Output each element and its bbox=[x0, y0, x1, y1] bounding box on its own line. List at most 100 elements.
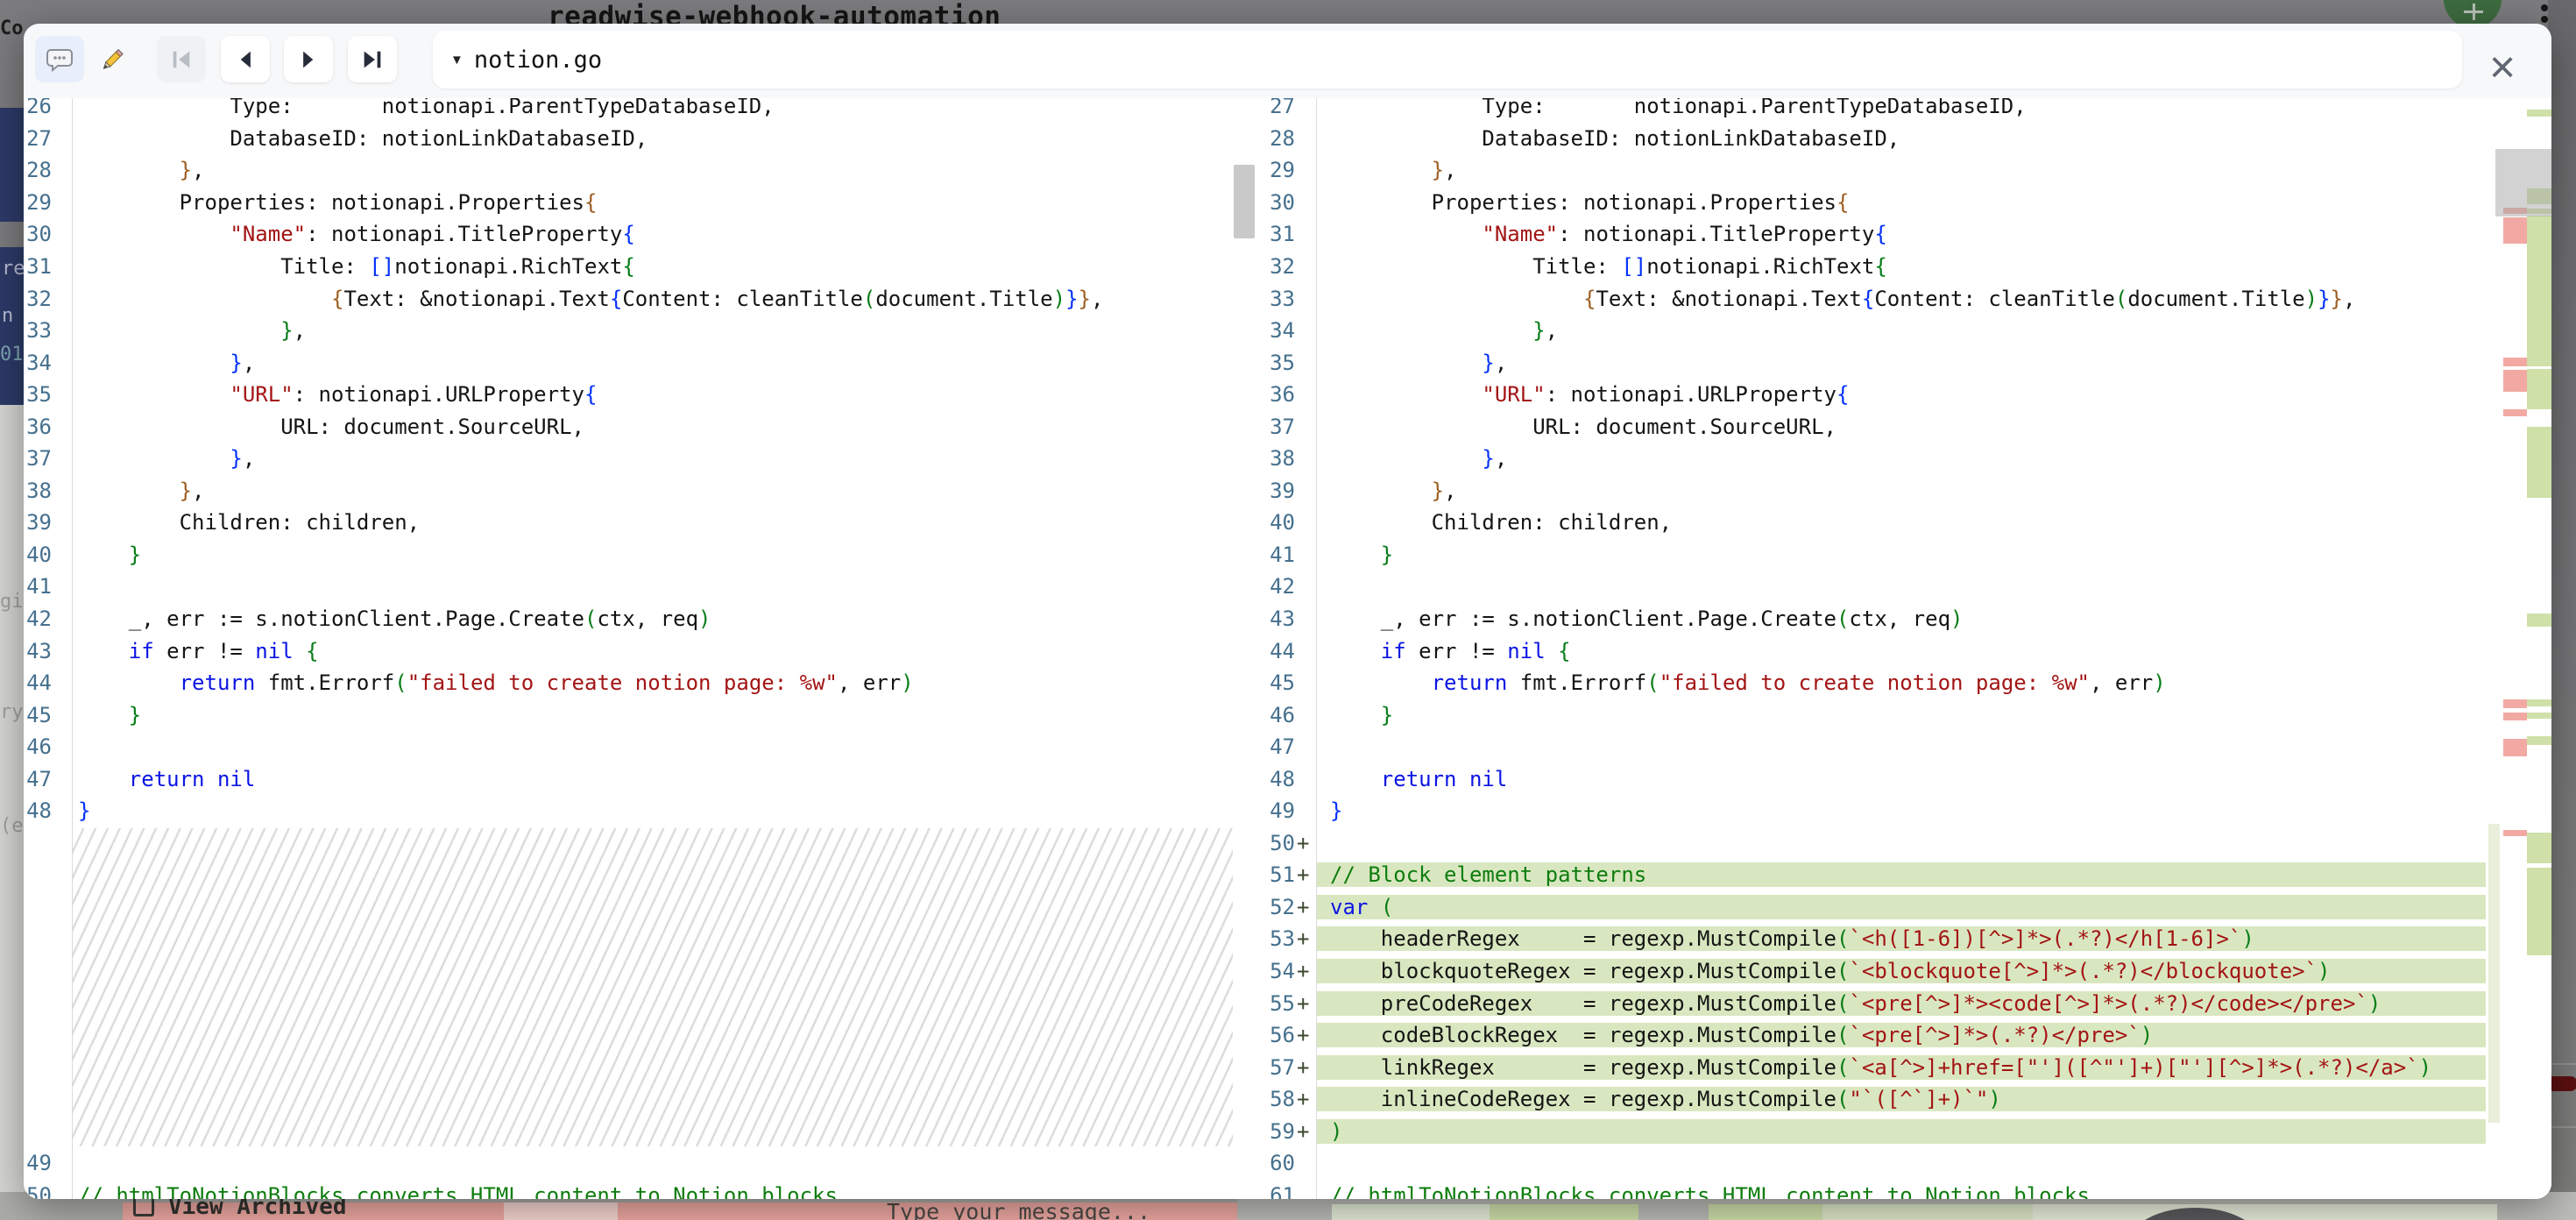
code-line: 45 return fmt.Errorf("failed to create n… bbox=[1256, 667, 2551, 699]
sidebar-fragment: 01 bbox=[0, 344, 24, 365]
background-block bbox=[1332, 1204, 1490, 1220]
line-number: 29 bbox=[1256, 158, 1295, 182]
code-text: } bbox=[73, 798, 1233, 823]
prev-diff-icon bbox=[233, 47, 258, 72]
code-text: // Block element patterns bbox=[1316, 862, 2486, 887]
code-text: Properties: notionapi.Properties{ bbox=[1316, 190, 2486, 215]
code-line: 35 "URL": notionapi.URLProperty{ bbox=[24, 379, 1256, 411]
line-number: 28 bbox=[24, 158, 52, 182]
line-number: 45 bbox=[1256, 670, 1295, 695]
code-text: } bbox=[73, 703, 1233, 727]
code-text: if err != nil { bbox=[73, 639, 1233, 663]
code-line: 27 Type: notionapi.ParentTypeDatabaseID, bbox=[1256, 98, 2551, 123]
code-line: 38 }, bbox=[24, 475, 1256, 507]
code-line: 26 Type: notionapi.ParentTypeDatabaseID, bbox=[24, 98, 1256, 123]
line-number: 49 bbox=[24, 1151, 52, 1175]
code-text: } bbox=[1316, 798, 2486, 823]
line-number: 60 bbox=[1256, 1151, 1295, 1175]
background-sidebar: Co re n 01 gi ry (e bbox=[0, 0, 26, 1220]
message-input-placeholder: Type your message... bbox=[887, 1199, 1150, 1220]
scrollbar-change-indicator bbox=[2488, 824, 2500, 1123]
last-diff-icon bbox=[360, 47, 385, 72]
minimap-mark bbox=[2503, 409, 2527, 416]
line-number: 46 bbox=[1256, 703, 1295, 727]
line-number: 33 bbox=[1256, 287, 1295, 311]
code-line: 54+ blockquoteRegex = regexp.MustCompile… bbox=[1256, 955, 2551, 988]
added-line-marker: + bbox=[1295, 1087, 1316, 1111]
line-number: 38 bbox=[24, 479, 52, 503]
line-number: 27 bbox=[24, 126, 52, 151]
code-line: 28 DatabaseID: notionLinkDatabaseID, bbox=[1256, 123, 2551, 155]
hatch-pattern bbox=[73, 828, 1233, 1146]
code-text: }, bbox=[1316, 479, 2486, 503]
added-line-marker: + bbox=[1295, 862, 1316, 887]
diff-viewer-panel: ▼ notion.go × 26 Type: notionapi.ParentT… bbox=[24, 24, 2551, 1199]
code-line: 42 _, err := s.notionClient.Page.Create(… bbox=[24, 603, 1256, 635]
diff-toolbar: ▼ notion.go × bbox=[24, 24, 2551, 99]
file-selector[interactable]: ▼ notion.go bbox=[433, 31, 2462, 89]
line-number: 54 bbox=[1256, 959, 1295, 983]
added-line-marker: + bbox=[1295, 1023, 1316, 1047]
code-text: codeBlockRegex = regexp.MustCompile(`<pr… bbox=[1316, 1023, 2486, 1047]
line-number: 37 bbox=[1256, 415, 1295, 439]
code-text: Children: children, bbox=[1316, 510, 2486, 535]
overflow-dot-icon bbox=[2541, 4, 2548, 11]
last-diff-button[interactable] bbox=[348, 36, 397, 82]
code-text: }, bbox=[1316, 446, 2486, 471]
gutter-divider bbox=[72, 98, 73, 1199]
code-line: 57+ linkRegex = regexp.MustCompile(`<a[^… bbox=[1256, 1051, 2551, 1083]
code-text: "URL": notionapi.URLProperty{ bbox=[73, 382, 1233, 407]
line-number: 39 bbox=[1256, 479, 1295, 503]
code-text: "Name": notionapi.TitleProperty{ bbox=[1316, 222, 2486, 246]
code-line: 32 {Text: &notionapi.Text{Content: clean… bbox=[24, 282, 1256, 315]
minimap-mark bbox=[2503, 217, 2527, 244]
line-number: 55 bbox=[1256, 991, 1295, 1016]
overview-viewport-thumb[interactable] bbox=[2495, 149, 2551, 216]
overview-ruler[interactable] bbox=[2502, 98, 2551, 1199]
line-number: 32 bbox=[24, 287, 52, 311]
code-line: 48} bbox=[24, 795, 1256, 827]
collapsed-region-hatch bbox=[24, 827, 1256, 1148]
code-text: // htmlToNotionBlocks converts HTML cont… bbox=[73, 1183, 1233, 1199]
code-text: _, err := s.notionClient.Page.Create(ctx… bbox=[73, 606, 1233, 631]
added-line-marker: + bbox=[1295, 895, 1316, 919]
speech-bubble-icon bbox=[46, 46, 74, 74]
line-number: 50 bbox=[24, 1183, 52, 1199]
chevron-down-icon: ▼ bbox=[450, 53, 464, 67]
code-line: 30 "Name": notionapi.TitleProperty{ bbox=[24, 218, 1256, 251]
sidebar-fragment: n bbox=[2, 305, 13, 327]
code-line: 34 }, bbox=[1256, 315, 2551, 347]
line-number: 46 bbox=[24, 734, 52, 759]
sidebar-fragment: gi bbox=[0, 591, 24, 613]
line-number: 43 bbox=[24, 639, 52, 663]
code-line: 37 URL: document.SourceURL, bbox=[1256, 410, 2551, 443]
comment-mode-button[interactable] bbox=[35, 36, 84, 82]
code-text: {Text: &notionapi.Text{Content: cleanTit… bbox=[73, 287, 1233, 311]
line-number: 53 bbox=[1256, 926, 1295, 951]
code-text: }, bbox=[73, 158, 1233, 182]
previous-diff-button[interactable] bbox=[221, 36, 270, 82]
line-number: 41 bbox=[24, 574, 52, 599]
line-number: 40 bbox=[24, 543, 52, 567]
code-text: "URL": notionapi.URLProperty{ bbox=[1316, 382, 2486, 407]
first-diff-button[interactable] bbox=[157, 36, 206, 82]
scrollbar-thumb[interactable] bbox=[1234, 165, 1255, 238]
code-line: 55+ preCodeRegex = regexp.MustCompile(`<… bbox=[1256, 987, 2551, 1019]
code-text: // htmlToNotionBlocks converts HTML cont… bbox=[1316, 1183, 2486, 1199]
line-number: 26 bbox=[24, 98, 52, 118]
sidebar-fragment: re bbox=[2, 258, 25, 280]
code-text: }, bbox=[1316, 158, 2486, 182]
code-line: 61// htmlToNotionBlocks converts HTML co… bbox=[1256, 1180, 2551, 1199]
code-line: 52+var ( bbox=[1256, 891, 2551, 924]
close-button[interactable]: × bbox=[2480, 45, 2525, 90]
line-number: 28 bbox=[1256, 126, 1295, 151]
code-line: 42 bbox=[1256, 571, 2551, 603]
code-line: 33 }, bbox=[24, 315, 1256, 347]
edit-mode-button[interactable] bbox=[88, 36, 137, 82]
code-text: }, bbox=[73, 446, 1233, 471]
code-line: 32 Title: []notionapi.RichText{ bbox=[1256, 251, 2551, 283]
minimap-mark bbox=[2503, 739, 2527, 756]
next-diff-button[interactable] bbox=[284, 36, 333, 82]
file-name: notion.go bbox=[474, 46, 602, 74]
code-line: 36 URL: document.SourceURL, bbox=[24, 410, 1256, 443]
